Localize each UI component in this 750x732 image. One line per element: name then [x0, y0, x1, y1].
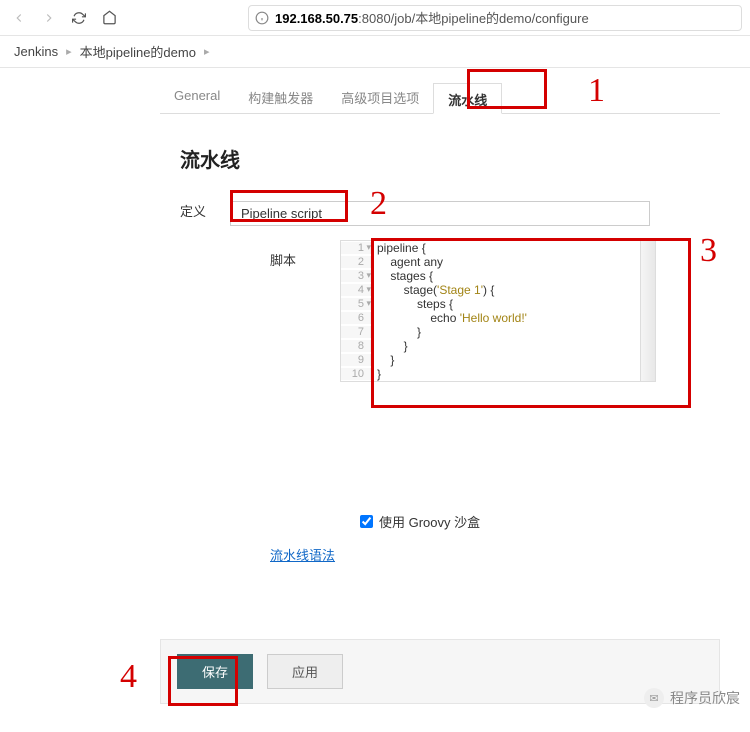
apply-button[interactable]: 应用 — [267, 654, 343, 689]
tab-pipeline[interactable]: 流水线 — [433, 83, 502, 114]
breadcrumb-item-jenkins[interactable]: Jenkins — [14, 44, 58, 59]
annotation-number-3: 3 — [700, 232, 717, 270]
back-button[interactable] — [8, 7, 30, 29]
tab-general[interactable]: General — [160, 82, 234, 113]
breadcrumb: Jenkins ▸ 本地pipeline的demo ▸ — [0, 36, 750, 68]
tab-triggers[interactable]: 构建触发器 — [234, 82, 327, 113]
tab-advanced[interactable]: 高级项目选项 — [327, 82, 433, 113]
reload-button[interactable] — [68, 7, 90, 29]
groovy-sandbox-label: 使用 Groovy 沙盒 — [379, 512, 480, 531]
browser-toolbar: 192.168.50.75:8080/job/本地pipeline的demo/c… — [0, 0, 750, 36]
url-text: 192.168.50.75:8080/job/本地pipeline的demo/c… — [275, 8, 589, 27]
home-button[interactable] — [98, 7, 120, 29]
section-title: 流水线 — [180, 144, 750, 173]
pipeline-script-editor[interactable]: 1▾pipeline {2 agent any3▾ stages {4▾ sta… — [340, 240, 650, 382]
footer-actions: 保存 应用 — [160, 639, 720, 704]
annotation-number-1: 1 — [588, 72, 605, 110]
forward-button[interactable] — [38, 7, 60, 29]
info-icon — [255, 11, 269, 25]
watermark-text: 程序员欣宸 — [670, 688, 740, 708]
definition-label: 定义 — [160, 201, 230, 220]
save-button[interactable]: 保存 — [177, 654, 253, 689]
tab-bar: General 构建触发器 高级项目选项 流水线 — [160, 82, 720, 114]
chevron-right-icon: ▸ — [66, 45, 72, 58]
pipeline-syntax-link[interactable]: 流水线语法 — [270, 548, 335, 563]
watermark: ✉ 程序员欣宸 — [644, 688, 740, 708]
groovy-sandbox-checkbox[interactable] — [360, 515, 373, 528]
breadcrumb-item-job[interactable]: 本地pipeline的demo — [80, 42, 196, 61]
url-bar[interactable]: 192.168.50.75:8080/job/本地pipeline的demo/c… — [248, 5, 742, 31]
wechat-icon: ✉ — [644, 688, 664, 708]
annotation-number-4: 4 — [120, 658, 137, 696]
script-label: 脚本 — [160, 240, 340, 269]
definition-select[interactable]: Pipeline script — [230, 201, 650, 226]
chevron-right-icon: ▸ — [204, 45, 210, 58]
annotation-number-2: 2 — [370, 185, 387, 223]
